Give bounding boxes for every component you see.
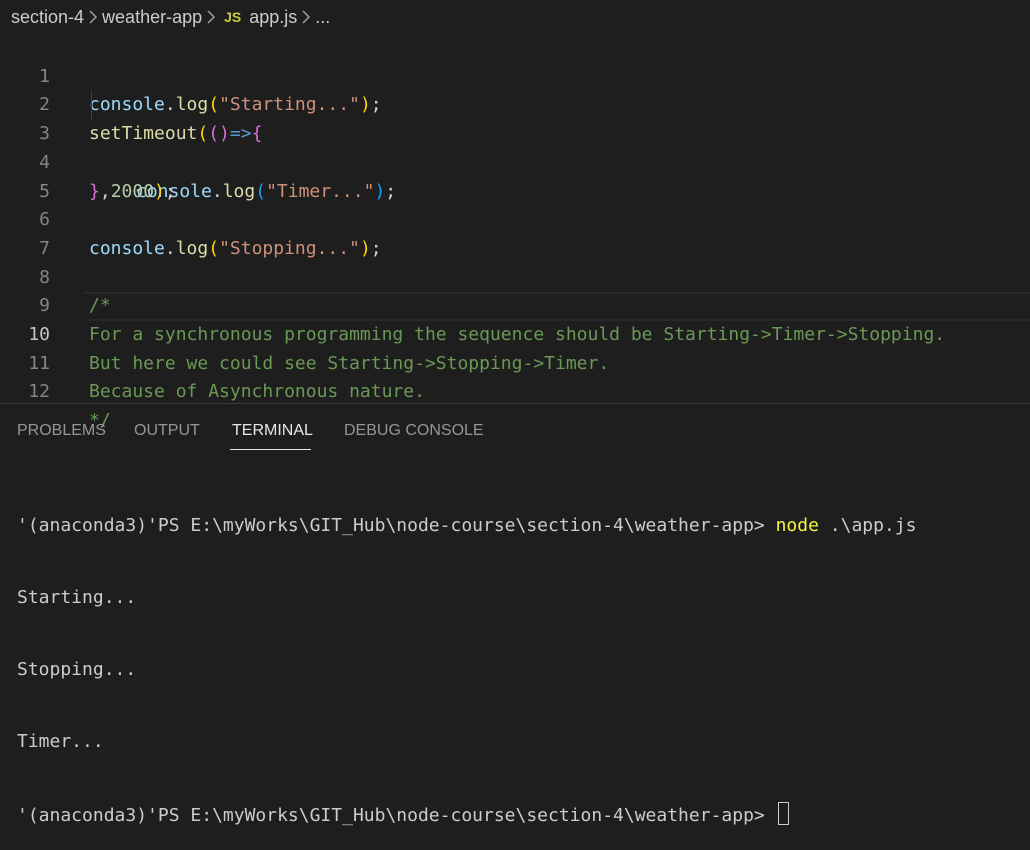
code-line[interactable]: 1 console.log("Starting..."); [0, 34, 1030, 116]
terminal-line[interactable]: '(anaconda3)'PS E:\myWorks\GIT_Hub\node-… [17, 802, 1017, 826]
tab-debug-console[interactable]: DEBUG CONSOLE [344, 422, 484, 440]
code-line-current[interactable]: 10 But here we could see Starting->Stopp… [0, 292, 1030, 374]
javascript-file-icon: JS [224, 9, 242, 25]
terminal-args: .\app.js [818, 515, 917, 536]
terminal-prompt: '(anaconda3)'PS E:\myWorks\GIT_Hub\node-… [17, 515, 776, 536]
code-line[interactable]: 4 },2000); [0, 120, 1030, 202]
panel-tabs: PROBLEMS OUTPUT TERMINAL DEBUG CONSOLE [0, 404, 1030, 454]
tab-problems[interactable]: PROBLEMS [17, 422, 106, 440]
chevron-right-icon [202, 8, 220, 26]
breadcrumb-folder-section[interactable]: section-4 [11, 7, 84, 28]
code-line[interactable]: 7 [0, 206, 1030, 259]
breadcrumb: section-4 weather-app JS app.js ... [0, 0, 1030, 34]
terminal-output: Timer... [17, 731, 104, 752]
indent-guide [91, 91, 92, 121]
code-line[interactable]: 11 Because of Asynchronous nature. [0, 321, 1030, 403]
active-tab-indicator [230, 449, 311, 450]
terminal-output: Stopping... [17, 659, 137, 680]
tab-terminal[interactable]: TERMINAL [232, 422, 313, 440]
terminal[interactable]: '(anaconda3)'PS E:\myWorks\GIT_Hub\node-… [17, 466, 1017, 850]
tab-output[interactable]: OUTPUT [134, 422, 200, 440]
breadcrumb-file[interactable]: app.js [249, 7, 297, 28]
breadcrumb-symbol[interactable]: ... [315, 7, 330, 28]
code-line[interactable]: 6 console.log("Stopping..."); [0, 178, 1030, 259]
code-line[interactable]: 5 [0, 149, 1030, 202]
chevron-right-icon [297, 8, 315, 26]
terminal-line: '(anaconda3)'PS E:\myWorks\GIT_Hub\node-… [17, 514, 1017, 538]
code-editor[interactable]: 1 console.log("Starting..."); 2 setTimeo… [0, 34, 1030, 431]
terminal-prompt: '(anaconda3)'PS E:\myWorks\GIT_Hub\node-… [17, 805, 776, 826]
code-line[interactable]: 12 */ [0, 350, 1030, 431]
terminal-cursor [777, 802, 789, 825]
code-line[interactable]: 3 console.log("Timer..."); [0, 91, 1030, 202]
terminal-output: Starting... [17, 587, 137, 608]
breadcrumb-folder-app[interactable]: weather-app [102, 7, 202, 28]
chevron-right-icon [84, 8, 102, 26]
code-line[interactable]: 8 /* [0, 235, 1030, 317]
code-line[interactable]: 9 For a synchronous programming the sequ… [0, 264, 1030, 345]
code-line[interactable]: 2 setTimeout(()=>{ [0, 63, 1030, 144]
terminal-command: node [775, 515, 819, 536]
